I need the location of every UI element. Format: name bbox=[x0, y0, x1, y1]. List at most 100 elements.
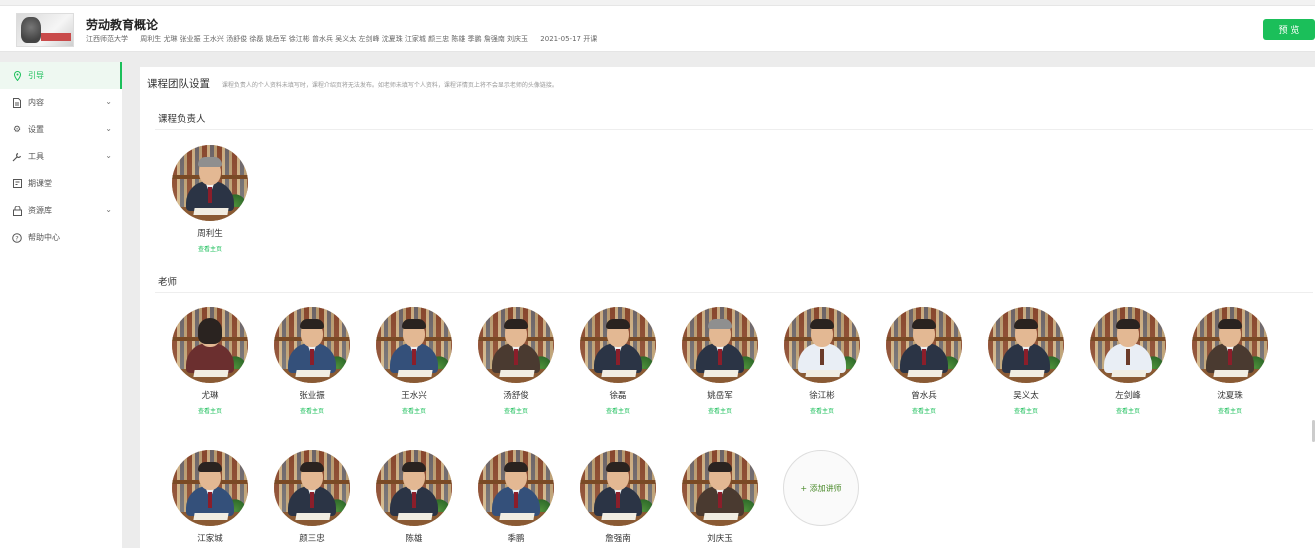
avatar[interactable] bbox=[172, 145, 248, 221]
chevron-down-icon: ⌄ bbox=[105, 151, 112, 160]
leader-heading: 课程负责人 bbox=[158, 114, 206, 125]
sidebar-item-tools[interactable]: 工具 ⌄ bbox=[0, 143, 122, 170]
teachers-heading: 老师 bbox=[158, 277, 178, 288]
avatar[interactable] bbox=[784, 307, 860, 383]
avatar[interactable] bbox=[988, 307, 1064, 383]
teacher-card[interactable]: 尤琳 查看主页 bbox=[170, 307, 250, 415]
teacher-name: 汤舒俊 bbox=[503, 391, 529, 401]
teacher-card[interactable]: 沈夏珠 查看主页 bbox=[1190, 307, 1270, 415]
teacher-card[interactable]: 江家城查看主页 bbox=[170, 450, 250, 548]
teacher-card[interactable]: 刘庆玉查看主页 bbox=[680, 450, 760, 548]
teacher-card[interactable]: 左剑峰 查看主页 bbox=[1088, 307, 1168, 415]
avatar[interactable] bbox=[1192, 307, 1268, 383]
view-profile-link[interactable]: 查看主页 bbox=[170, 406, 250, 415]
svg-text:?: ? bbox=[15, 234, 18, 242]
view-profile-link[interactable]: 查看主页 bbox=[884, 406, 964, 415]
view-profile-link[interactable]: 查看主页 bbox=[170, 244, 250, 253]
teacher-name: 刘庆玉 bbox=[707, 534, 733, 544]
pin-icon bbox=[12, 70, 22, 81]
avatar[interactable] bbox=[580, 450, 656, 526]
course-school: 江西师范大学 bbox=[86, 35, 128, 43]
teacher-name: 姚岳军 bbox=[707, 391, 733, 401]
view-profile-link[interactable]: 查看主页 bbox=[1190, 406, 1270, 415]
teacher-name: 王水兴 bbox=[401, 391, 427, 401]
teacher-card[interactable]: 吴义太 查看主页 bbox=[986, 307, 1066, 415]
avatar[interactable] bbox=[376, 450, 452, 526]
sidebar-item-resources[interactable]: 资源库 ⌄ bbox=[0, 197, 122, 224]
course-header: 劳动教育概论 江西师范大学 周利生 尤琳 张业振 王水兴 汤舒俊 徐磊 姚岳军 … bbox=[0, 6, 1315, 52]
view-profile-link[interactable]: 查看主页 bbox=[1088, 406, 1168, 415]
view-profile-link[interactable]: 查看主页 bbox=[578, 406, 658, 415]
view-profile-link[interactable]: 查看主页 bbox=[986, 406, 1066, 415]
avatar[interactable] bbox=[478, 307, 554, 383]
teacher-card[interactable]: 颜三忠查看主页 bbox=[272, 450, 352, 548]
sidebar-item-content[interactable]: 内容 ⌄ bbox=[0, 89, 122, 116]
avatar[interactable] bbox=[274, 307, 350, 383]
preview-button[interactable]: 预 览 bbox=[1263, 19, 1315, 40]
chevron-down-icon: ⌄ bbox=[105, 124, 112, 133]
teacher-name: 尤琳 bbox=[201, 391, 219, 401]
wrench-icon bbox=[12, 152, 22, 162]
chevron-down-icon: ⌄ bbox=[105, 97, 112, 106]
teacher-name: 曾水兵 bbox=[911, 391, 937, 401]
view-profile-link[interactable]: 查看主页 bbox=[782, 406, 862, 415]
teacher-name: 左剑峰 bbox=[1115, 391, 1141, 401]
avatar[interactable] bbox=[172, 450, 248, 526]
teacher-card[interactable]: 姚岳军 查看主页 bbox=[680, 307, 760, 415]
sidebar-item-classroom[interactable]: 期课堂 bbox=[0, 170, 122, 197]
avatar[interactable] bbox=[886, 307, 962, 383]
avatar[interactable] bbox=[682, 450, 758, 526]
teacher-card[interactable]: 张业振 查看主页 bbox=[272, 307, 352, 415]
teacher-name: 吴义太 bbox=[1013, 391, 1039, 401]
add-teacher-button[interactable]: + 添加讲师 bbox=[783, 450, 859, 526]
teacher-card[interactable]: 季鹏查看主页 bbox=[476, 450, 556, 548]
teacher-card[interactable]: 王水兴 查看主页 bbox=[374, 307, 454, 415]
sidebar-item-guide[interactable]: 引导 bbox=[0, 62, 122, 89]
course-teachers: 周利生 尤琳 张业振 王水兴 汤舒俊 徐磊 姚岳军 徐江彬 曾水兵 吴义太 左剑… bbox=[140, 35, 529, 43]
teacher-name: 季鹏 bbox=[507, 534, 525, 544]
sidebar-item-settings[interactable]: ⚙ 设置 ⌄ bbox=[0, 116, 122, 143]
teacher-card[interactable]: 曾水兵 查看主页 bbox=[884, 307, 964, 415]
section-title: 课程团队设置 bbox=[147, 78, 210, 90]
section-description: 课程负责人的个人资料未填写时，课程介绍页将无法发布。如老师未填写个人资料，课程详… bbox=[221, 82, 558, 89]
avatar[interactable] bbox=[682, 307, 758, 383]
teacher-card[interactable]: 詹强南查看主页 bbox=[578, 450, 658, 548]
avatar[interactable] bbox=[1090, 307, 1166, 383]
teacher-name: 张业振 bbox=[299, 391, 325, 401]
teacher-card[interactable]: 徐江彬 查看主页 bbox=[782, 307, 862, 415]
sidebar-item-label: 引导 bbox=[28, 71, 44, 80]
avatar[interactable] bbox=[172, 307, 248, 383]
teacher-card[interactable]: 陈雄查看主页 bbox=[374, 450, 454, 548]
sidebar-item-label: 资源库 bbox=[28, 206, 52, 215]
course-meta: 江西师范大学 周利生 尤琳 张业振 王水兴 汤舒俊 徐磊 姚岳军 徐江彬 曾水兵… bbox=[86, 34, 607, 44]
sidebar-item-label: 工具 bbox=[28, 152, 44, 161]
teacher-name: 江家城 bbox=[197, 534, 223, 544]
sidebar: 引导 内容 ⌄ ⚙ 设置 ⌄ 工具 ⌄ 期课堂 资源库 ⌄ ? 帮助中心 bbox=[0, 62, 122, 548]
sidebar-item-label: 内容 bbox=[28, 98, 44, 107]
gear-icon: ⚙ bbox=[12, 124, 22, 135]
course-title: 劳动教育概论 bbox=[86, 18, 159, 32]
teacher-name: 陈雄 bbox=[405, 534, 423, 544]
avatar[interactable] bbox=[580, 307, 656, 383]
teacher-name: 沈夏珠 bbox=[1217, 391, 1243, 401]
divider bbox=[155, 292, 1313, 293]
view-profile-link[interactable]: 查看主页 bbox=[374, 406, 454, 415]
teacher-name: 徐江彬 bbox=[809, 391, 835, 401]
teacher-card[interactable]: 汤舒俊 查看主页 bbox=[476, 307, 556, 415]
avatar[interactable] bbox=[478, 450, 554, 526]
sidebar-item-help[interactable]: ? 帮助中心 bbox=[0, 224, 122, 251]
board-icon bbox=[12, 179, 22, 189]
avatar[interactable] bbox=[274, 450, 350, 526]
file-icon bbox=[12, 97, 22, 108]
teacher-name: 周利生 bbox=[197, 229, 223, 239]
view-profile-link[interactable]: 查看主页 bbox=[272, 406, 352, 415]
view-profile-link[interactable]: 查看主页 bbox=[476, 406, 556, 415]
avatar[interactable] bbox=[376, 307, 452, 383]
teacher-name: 徐磊 bbox=[609, 391, 627, 401]
sidebar-item-label: 设置 bbox=[28, 125, 44, 134]
leader-card[interactable]: 周利生 查看主页 bbox=[170, 145, 250, 253]
view-profile-link[interactable]: 查看主页 bbox=[680, 406, 760, 415]
sidebar-item-label: 帮助中心 bbox=[28, 233, 60, 242]
teacher-card[interactable]: 徐磊 查看主页 bbox=[578, 307, 658, 415]
question-icon: ? bbox=[12, 232, 22, 243]
